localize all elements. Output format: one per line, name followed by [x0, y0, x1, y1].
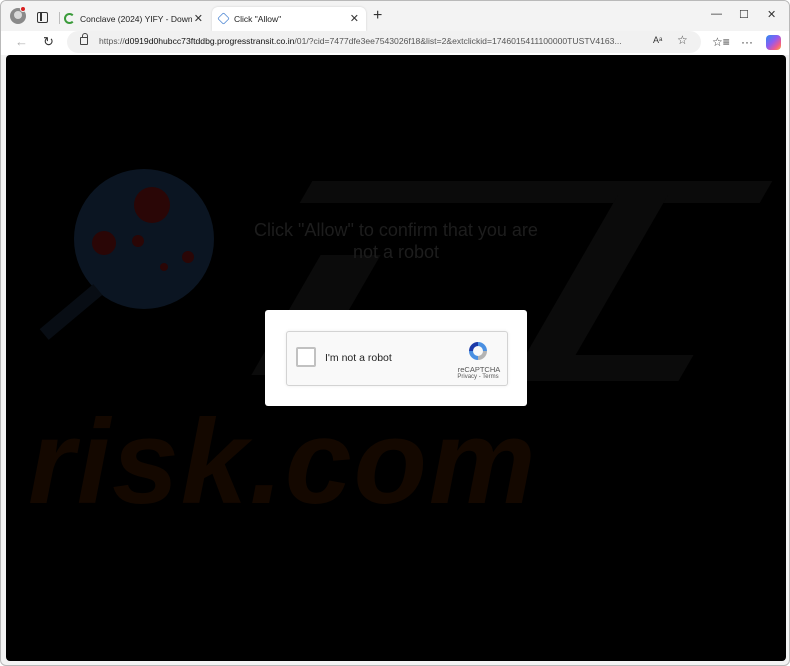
- watermark-text: risk.com: [28, 395, 538, 529]
- more-options-icon[interactable]: ···: [741, 35, 753, 49]
- site-favicon-icon: [217, 12, 230, 25]
- url-host: d0919d0hubcc73ftddbg.progresstransit.co.…: [124, 36, 295, 46]
- url-scheme: https://: [99, 36, 125, 46]
- page-viewport: risk.com Click "Allow" to confirm that y…: [6, 55, 786, 661]
- browser-window: Conclave (2024) YIFY - Download ✕ Click …: [0, 0, 790, 666]
- watermark-dot: [132, 235, 144, 247]
- watermark-dot: [134, 187, 170, 223]
- privacy-terms-links[interactable]: Privacy - Terms: [447, 374, 509, 380]
- tab-title: Click "Allow": [234, 14, 282, 24]
- copilot-icon[interactable]: [766, 35, 781, 50]
- lock-icon[interactable]: [80, 33, 88, 45]
- reload-button[interactable]: ↻: [43, 34, 54, 50]
- minimize-button[interactable]: —: [711, 8, 722, 20]
- profile-notification-dot: [20, 6, 26, 12]
- watermark-dot: [182, 251, 194, 263]
- tab-actions-icon[interactable]: [37, 12, 48, 23]
- close-tab-icon[interactable]: ✕: [194, 12, 203, 25]
- close-window-button[interactable]: ✕: [767, 8, 776, 21]
- read-aloud-icon[interactable]: Aᵃ: [653, 35, 662, 45]
- favorite-star-icon[interactable]: ☆: [677, 33, 688, 47]
- watermark-dot: [160, 263, 168, 271]
- recaptcha-widget: I'm not a robot reCAPTCHA Privacy - Term…: [286, 331, 508, 386]
- url-text[interactable]: https://d0919d0hubcc73ftddbg.progresstra…: [99, 36, 639, 46]
- browser-toolbar: ← ↻ https://d0919d0hubcc73ftddbg.progres…: [1, 31, 789, 55]
- url-path: /01/?cid=7477dfe3ee7543026f18&list=2&ext…: [294, 36, 622, 46]
- not-robot-checkbox[interactable]: [296, 347, 316, 367]
- captcha-label: I'm not a robot: [325, 352, 392, 364]
- address-bar[interactable]: https://d0919d0hubcc73ftddbg.progresstra…: [67, 31, 701, 53]
- page-prompt: Click "Allow" to confirm that you are no…: [254, 220, 538, 262]
- watermark-dot: [92, 231, 116, 255]
- new-tab-button[interactable]: +: [373, 8, 382, 24]
- site-favicon-icon: [64, 13, 75, 24]
- watermark-stripe: [299, 181, 773, 203]
- back-button[interactable]: ←: [15, 34, 28, 50]
- captcha-card: I'm not a robot reCAPTCHA Privacy - Term…: [265, 310, 527, 406]
- tab-title: Conclave (2024) YIFY - Download: [80, 14, 192, 24]
- watermark-handle: [39, 284, 103, 340]
- tab-strip: Conclave (2024) YIFY - Download ✕ Click …: [1, 1, 789, 31]
- favorites-icon[interactable]: ☆≡: [712, 35, 730, 49]
- maximize-button[interactable]: ☐: [739, 8, 749, 21]
- recaptcha-brand: reCAPTCHA: [457, 365, 501, 374]
- recaptcha-logo-icon: [469, 342, 487, 360]
- tab-click-allow[interactable]: Click "Allow" ✕: [212, 7, 366, 31]
- close-tab-icon[interactable]: ✕: [350, 12, 359, 25]
- tab-conclave[interactable]: Conclave (2024) YIFY - Download ✕: [58, 7, 210, 31]
